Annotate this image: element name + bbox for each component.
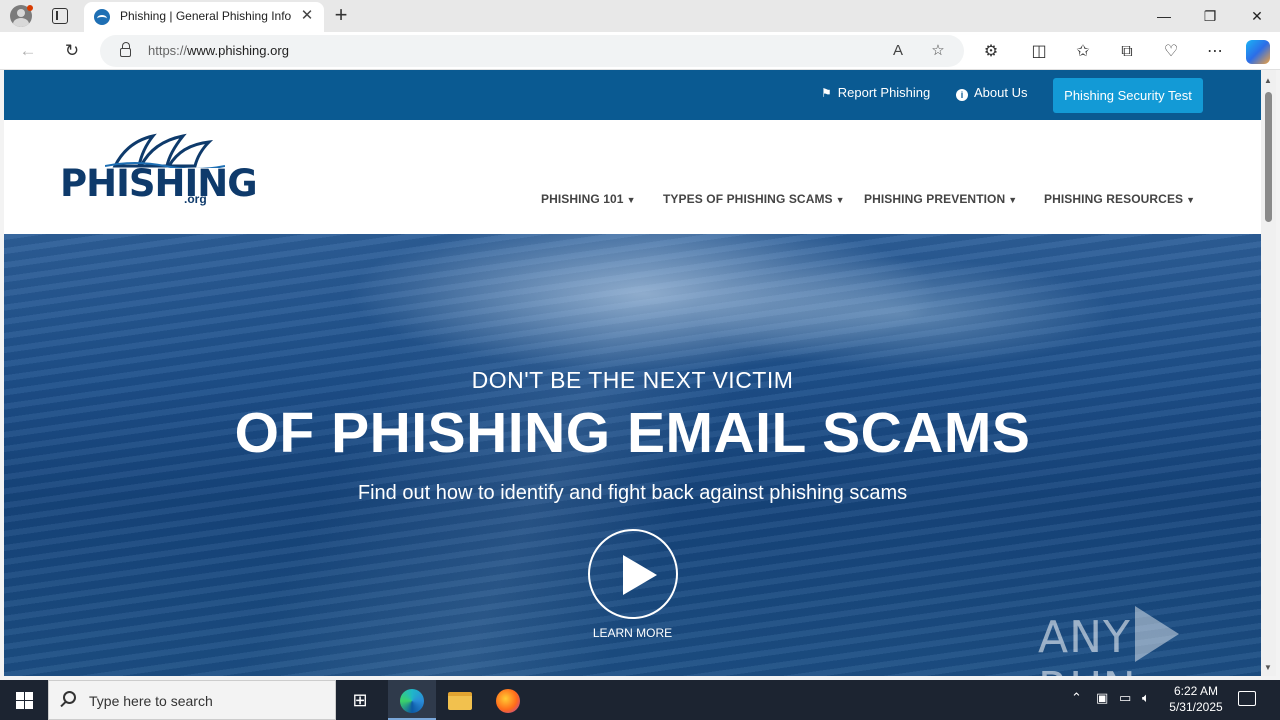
site-header: PHISHING .org PHISHING 101 ▼ TYPES OF PHI… [4, 120, 1261, 234]
menu-types-of-phishing-scams[interactable]: TYPES OF PHISHING SCAMS ▼ [663, 192, 845, 206]
start-button[interactable] [0, 680, 48, 720]
volume-icon[interactable]: 🔈︎ [1142, 690, 1150, 706]
show-hidden-icons-icon[interactable]: ⌃ [1071, 690, 1082, 706]
search-icon [63, 691, 76, 704]
clock-date: 5/31/2025 [1169, 700, 1223, 714]
report-phishing-link[interactable]: ⚑ Report Phishing [821, 85, 930, 100]
caret-down-icon: ▼ [626, 195, 636, 205]
tab-title: Phishing | General Phishing Infor [120, 9, 292, 23]
edge-taskbar-icon[interactable] [388, 680, 436, 720]
tab-close-icon[interactable]: ✕ [298, 7, 316, 25]
browser-tab-bar: Phishing | General Phishing Infor ✕ + — … [0, 0, 1280, 32]
flag-icon: ⚑ [821, 86, 832, 100]
caret-down-icon: ▼ [1186, 195, 1196, 205]
extensions-icon[interactable]: ⚙ [980, 41, 1002, 63]
hero-banner: DON'T BE THE NEXT VICTIM OF PHISHING EMA… [4, 234, 1261, 676]
collections-icon[interactable]: ⧉ [1116, 41, 1138, 63]
split-screen-icon[interactable]: ◫ [1028, 41, 1050, 63]
play-video-icon[interactable] [588, 529, 678, 619]
device-icon[interactable]: ▣ [1096, 690, 1108, 706]
lock-icon[interactable] [120, 42, 131, 57]
address-toolbar: ← ↻ https://www.phishing.org A ☆ ⚙ ◫ ✩ ⧉… [0, 32, 1280, 70]
site-favicon-icon [94, 9, 110, 25]
hero-pretitle: DON'T BE THE NEXT VICTIM [471, 367, 794, 393]
hero-subtitle: Find out how to identify and fight back … [357, 482, 908, 504]
page-scrollbar[interactable]: ▲ ▼ [1261, 70, 1276, 676]
taskbar-search-box[interactable]: Type here to search [48, 680, 336, 720]
profile-notification-dot [27, 5, 33, 11]
top-utility-bar: ⚑ Report Phishing i About Us Phishing Secu… [4, 70, 1261, 120]
favorites-icon[interactable]: ✩ [1072, 41, 1094, 63]
address-bar[interactable]: https://www.phishing.org A ☆ [100, 35, 964, 67]
new-tab-button[interactable]: + [330, 4, 352, 26]
minimize-button[interactable]: — [1141, 0, 1187, 32]
refresh-icon[interactable]: ↻ [58, 38, 86, 64]
scroll-up-icon[interactable]: ▲ [1264, 76, 1272, 85]
read-aloud-icon[interactable]: A [888, 41, 908, 61]
more-menu-icon[interactable]: ⋯ [1204, 41, 1226, 63]
windows-taskbar: Type here to search ⊞ ⌃ ▣ ▭ 🔈︎ 6:22 AM 5… [0, 680, 1280, 720]
about-us-link[interactable]: i About Us [956, 85, 1027, 101]
page-viewport: ⚑ Report Phishing i About Us Phishing Secu… [4, 70, 1261, 676]
copilot-icon[interactable] [1246, 40, 1270, 64]
network-icon[interactable]: ▭ [1119, 690, 1131, 706]
restore-button[interactable]: ❐ [1187, 0, 1233, 32]
caret-down-icon: ▼ [835, 195, 845, 205]
info-icon: i [956, 89, 968, 101]
url-text[interactable]: https://www.phishing.org [148, 43, 289, 58]
browser-essentials-icon[interactable]: ♡ [1160, 41, 1182, 63]
file-explorer-icon[interactable] [436, 680, 484, 720]
hero-title: OF PHISHING EMAIL SCAMS [234, 401, 1031, 465]
task-view-icon[interactable]: ⊞ [336, 680, 384, 720]
scroll-down-icon[interactable]: ▼ [1264, 663, 1272, 672]
logo-wordmark: PHISHING [60, 162, 258, 205]
windows-logo-icon [16, 692, 33, 709]
clock-time: 6:22 AM [1173, 684, 1219, 698]
phishing-org-logo[interactable]: PHISHING .org [60, 132, 258, 212]
search-placeholder: Type here to search [89, 693, 213, 709]
system-clock[interactable]: 6:22 AM 5/31/2025 [1158, 683, 1234, 715]
caret-down-icon: ▼ [1008, 195, 1018, 205]
back-arrow-icon[interactable]: ← [14, 38, 42, 64]
phishing-security-test-button[interactable]: Phishing Security Test [1053, 78, 1203, 113]
menu-phishing-101[interactable]: PHISHING 101 ▼ [541, 192, 636, 206]
scrollbar-thumb[interactable] [1265, 92, 1272, 222]
menu-phishing-resources[interactable]: PHISHING RESOURCES ▼ [1044, 192, 1195, 206]
notifications-icon[interactable] [1238, 691, 1256, 706]
favorite-star-icon[interactable]: ☆ [928, 41, 948, 61]
play-triangle-icon [1134, 606, 1179, 662]
browser-tab-active[interactable]: Phishing | General Phishing Infor ✕ [84, 2, 324, 32]
firefox-icon[interactable] [484, 680, 532, 720]
menu-phishing-prevention[interactable]: PHISHING PREVENTION ▼ [864, 192, 1017, 206]
close-window-button[interactable]: ✕ [1234, 0, 1280, 32]
anyrun-watermark: ANYRUN [1038, 606, 1261, 676]
logo-suffix: .org [184, 192, 207, 206]
tab-actions-icon[interactable] [52, 8, 68, 24]
